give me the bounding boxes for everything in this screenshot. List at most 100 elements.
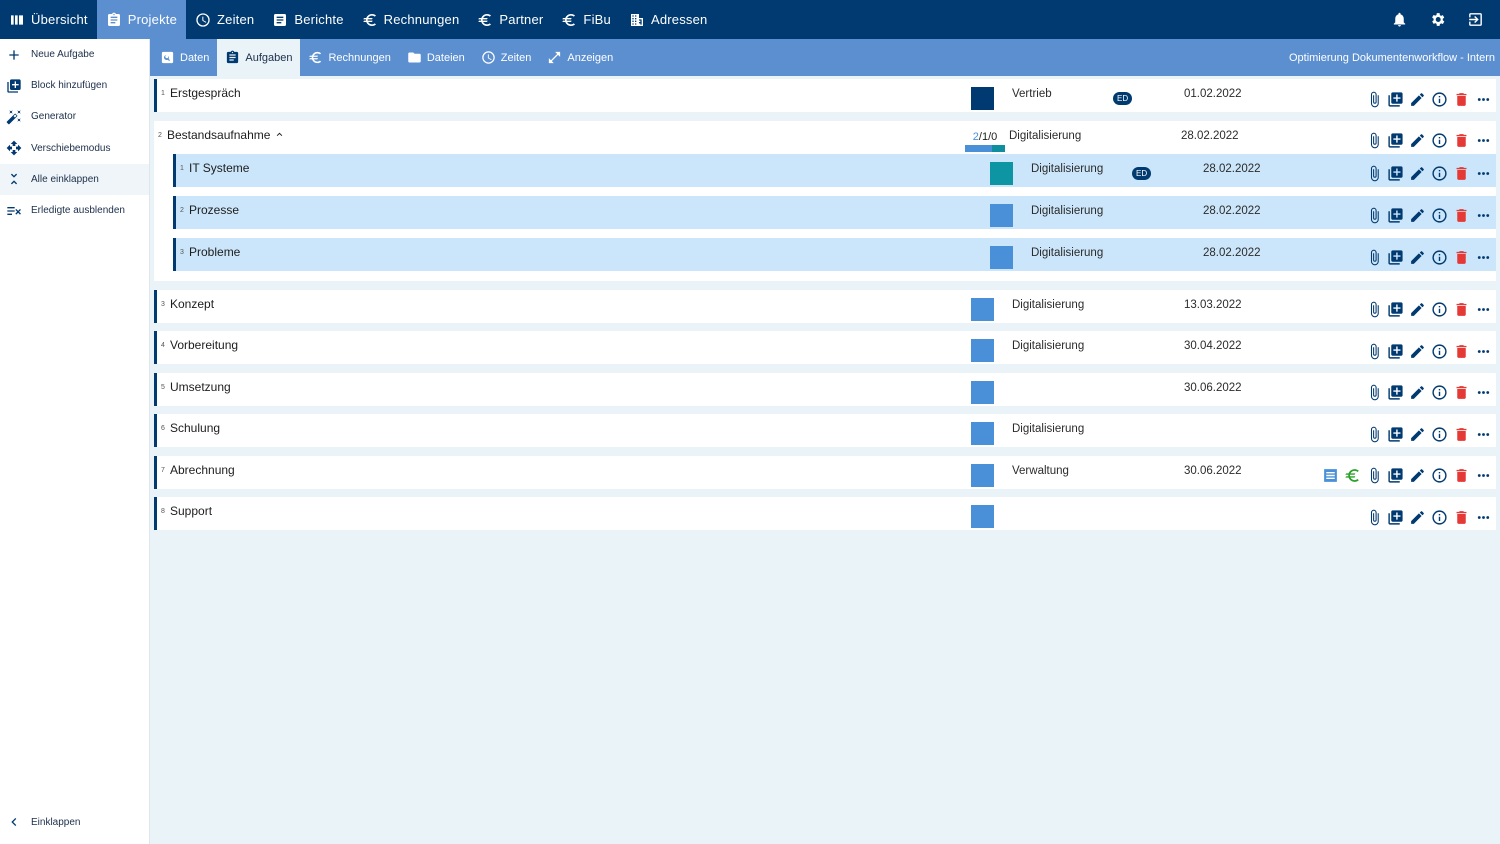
task-name[interactable]: IT Systeme — [189, 161, 249, 175]
task-name[interactable]: Probleme — [189, 245, 240, 259]
task-name[interactable]: Prozesse — [189, 203, 239, 217]
add-box-icon[interactable] — [1385, 90, 1407, 108]
info-icon[interactable] — [1429, 508, 1451, 526]
paperclip-icon[interactable] — [1363, 301, 1385, 319]
task-color-swatch[interactable] — [971, 463, 994, 487]
tab-dateien[interactable]: Dateien — [399, 39, 473, 76]
trash-icon[interactable] — [1450, 467, 1472, 485]
more-icon[interactable] — [1472, 342, 1494, 360]
add-box-icon[interactable] — [1385, 425, 1407, 443]
more-icon[interactable] — [1472, 90, 1494, 108]
info-icon[interactable] — [1429, 249, 1451, 267]
trash-icon[interactable] — [1450, 165, 1472, 183]
sidebar-item-generator[interactable]: Generator — [0, 101, 149, 132]
task-name[interactable]: Konzept — [170, 297, 214, 311]
pencil-icon[interactable] — [1407, 467, 1429, 485]
gear-icon[interactable] — [1418, 0, 1456, 39]
nav-item-adressen[interactable]: Adressen — [620, 0, 717, 39]
paperclip-icon[interactable] — [1363, 508, 1385, 526]
trash-icon[interactable] — [1450, 425, 1472, 443]
chevron-up-icon[interactable] — [274, 129, 285, 140]
task-color-swatch[interactable] — [971, 297, 994, 321]
info-icon[interactable] — [1429, 467, 1451, 485]
paperclip-icon[interactable] — [1363, 165, 1385, 183]
nav-item-berichte[interactable]: Berichte — [263, 0, 352, 39]
task-name[interactable]: Schulung — [170, 421, 220, 435]
trash-icon[interactable] — [1450, 90, 1472, 108]
paperclip-icon[interactable] — [1363, 207, 1385, 225]
paperclip-icon[interactable] — [1363, 132, 1385, 150]
bell-icon[interactable] — [1380, 0, 1418, 39]
task-name[interactable]: Bestandsaufnahme — [167, 128, 285, 142]
pencil-icon[interactable] — [1407, 90, 1429, 108]
pencil-icon[interactable] — [1407, 165, 1429, 183]
pencil-icon[interactable] — [1407, 207, 1429, 225]
subtask-row[interactable]: 3 Probleme Digitalisierung 28.02.2022 — [173, 237, 1496, 271]
trash-icon[interactable] — [1450, 342, 1472, 360]
nav-item-partner[interactable]: Partner — [468, 0, 552, 39]
trash-icon[interactable] — [1450, 207, 1472, 225]
task-name[interactable]: Erstgespräch — [170, 86, 241, 100]
task-row[interactable]: 1 Erstgespräch Vertrieb ED 01.02.2022 — [154, 79, 1496, 112]
pencil-icon[interactable] — [1407, 342, 1429, 360]
sidebar-item-neue-aufgabe[interactable]: Neue Aufgabe — [0, 39, 149, 70]
info-icon[interactable] — [1429, 384, 1451, 402]
logout-icon[interactable] — [1456, 0, 1494, 39]
paperclip-icon[interactable] — [1363, 425, 1385, 443]
trash-icon[interactable] — [1450, 301, 1472, 319]
tab-anzeigen[interactable]: Anzeigen — [539, 39, 621, 76]
paperclip-icon[interactable] — [1363, 467, 1385, 485]
subtask-row[interactable]: 1 IT Systeme Digitalisierung ED 28.02.2022 — [173, 153, 1496, 187]
paperclip-icon[interactable] — [1363, 249, 1385, 267]
more-icon[interactable] — [1472, 425, 1494, 443]
task-color-swatch[interactable] — [971, 422, 994, 445]
assignee-badge[interactable]: ED — [1132, 166, 1152, 180]
task-row[interactable]: 8 Support — [154, 497, 1496, 530]
info-icon[interactable] — [1429, 342, 1451, 360]
task-name[interactable]: Vorbereitung — [170, 338, 238, 352]
add-box-icon[interactable] — [1385, 165, 1407, 183]
trash-icon[interactable] — [1450, 384, 1472, 402]
task-color-swatch[interactable] — [990, 245, 1013, 269]
add-box-icon[interactable] — [1385, 249, 1407, 267]
info-icon[interactable] — [1429, 90, 1451, 108]
more-icon[interactable] — [1472, 301, 1494, 319]
tab-aufgaben[interactable]: Aufgaben — [217, 39, 301, 76]
info-icon[interactable] — [1429, 132, 1451, 150]
sidebar-item-block-hinzufuegen[interactable]: Block hinzufügen — [0, 70, 149, 101]
paperclip-icon[interactable] — [1363, 384, 1385, 402]
add-box-icon[interactable] — [1385, 132, 1407, 150]
task-color-swatch[interactable] — [971, 505, 994, 528]
task-row[interactable]: 6 Schulung Digitalisierung — [154, 414, 1496, 447]
paperclip-icon[interactable] — [1363, 90, 1385, 108]
add-box-icon[interactable] — [1385, 508, 1407, 526]
sidebar-item-alle-einklappen[interactable]: Alle einklappen — [0, 163, 149, 195]
nav-item-uebersicht[interactable]: Übersicht — [0, 0, 97, 39]
tab-zeiten[interactable]: Zeiten — [473, 39, 540, 76]
task-row[interactable]: 3 Konzept Digitalisierung 13.03.2022 — [154, 289, 1496, 323]
task-color-swatch[interactable] — [990, 161, 1013, 185]
sidebar-item-erledigte-ausblenden[interactable]: Erledigte ausblenden — [0, 195, 149, 226]
more-icon[interactable] — [1472, 165, 1494, 183]
trash-icon[interactable] — [1450, 508, 1472, 526]
task-name[interactable]: Abrechnung — [170, 463, 235, 477]
tab-rechnungen[interactable]: Rechnungen — [300, 39, 398, 76]
nav-item-zeiten[interactable]: Zeiten — [186, 0, 263, 39]
euro-icon[interactable] — [1341, 467, 1363, 485]
task-color-swatch[interactable] — [971, 87, 994, 110]
add-box-icon[interactable] — [1385, 384, 1407, 402]
pencil-icon[interactable] — [1407, 249, 1429, 267]
task-name[interactable]: Umsetzung — [170, 380, 231, 394]
tab-daten[interactable]: Daten — [152, 39, 217, 76]
pencil-icon[interactable] — [1407, 508, 1429, 526]
task-row[interactable]: 2 Bestandsaufnahme 2/1/0 Digitalisierung 28.… — [154, 120, 1496, 154]
trash-icon[interactable] — [1450, 132, 1472, 150]
add-box-icon[interactable] — [1385, 342, 1407, 360]
paperclip-icon[interactable] — [1363, 342, 1385, 360]
trash-icon[interactable] — [1450, 249, 1472, 267]
info-icon[interactable] — [1429, 165, 1451, 183]
subtask-row[interactable]: 2 Prozesse Digitalisierung 28.02.2022 — [173, 195, 1496, 229]
add-box-icon[interactable] — [1385, 301, 1407, 319]
add-box-icon[interactable] — [1385, 467, 1407, 485]
info-icon[interactable] — [1429, 301, 1451, 319]
